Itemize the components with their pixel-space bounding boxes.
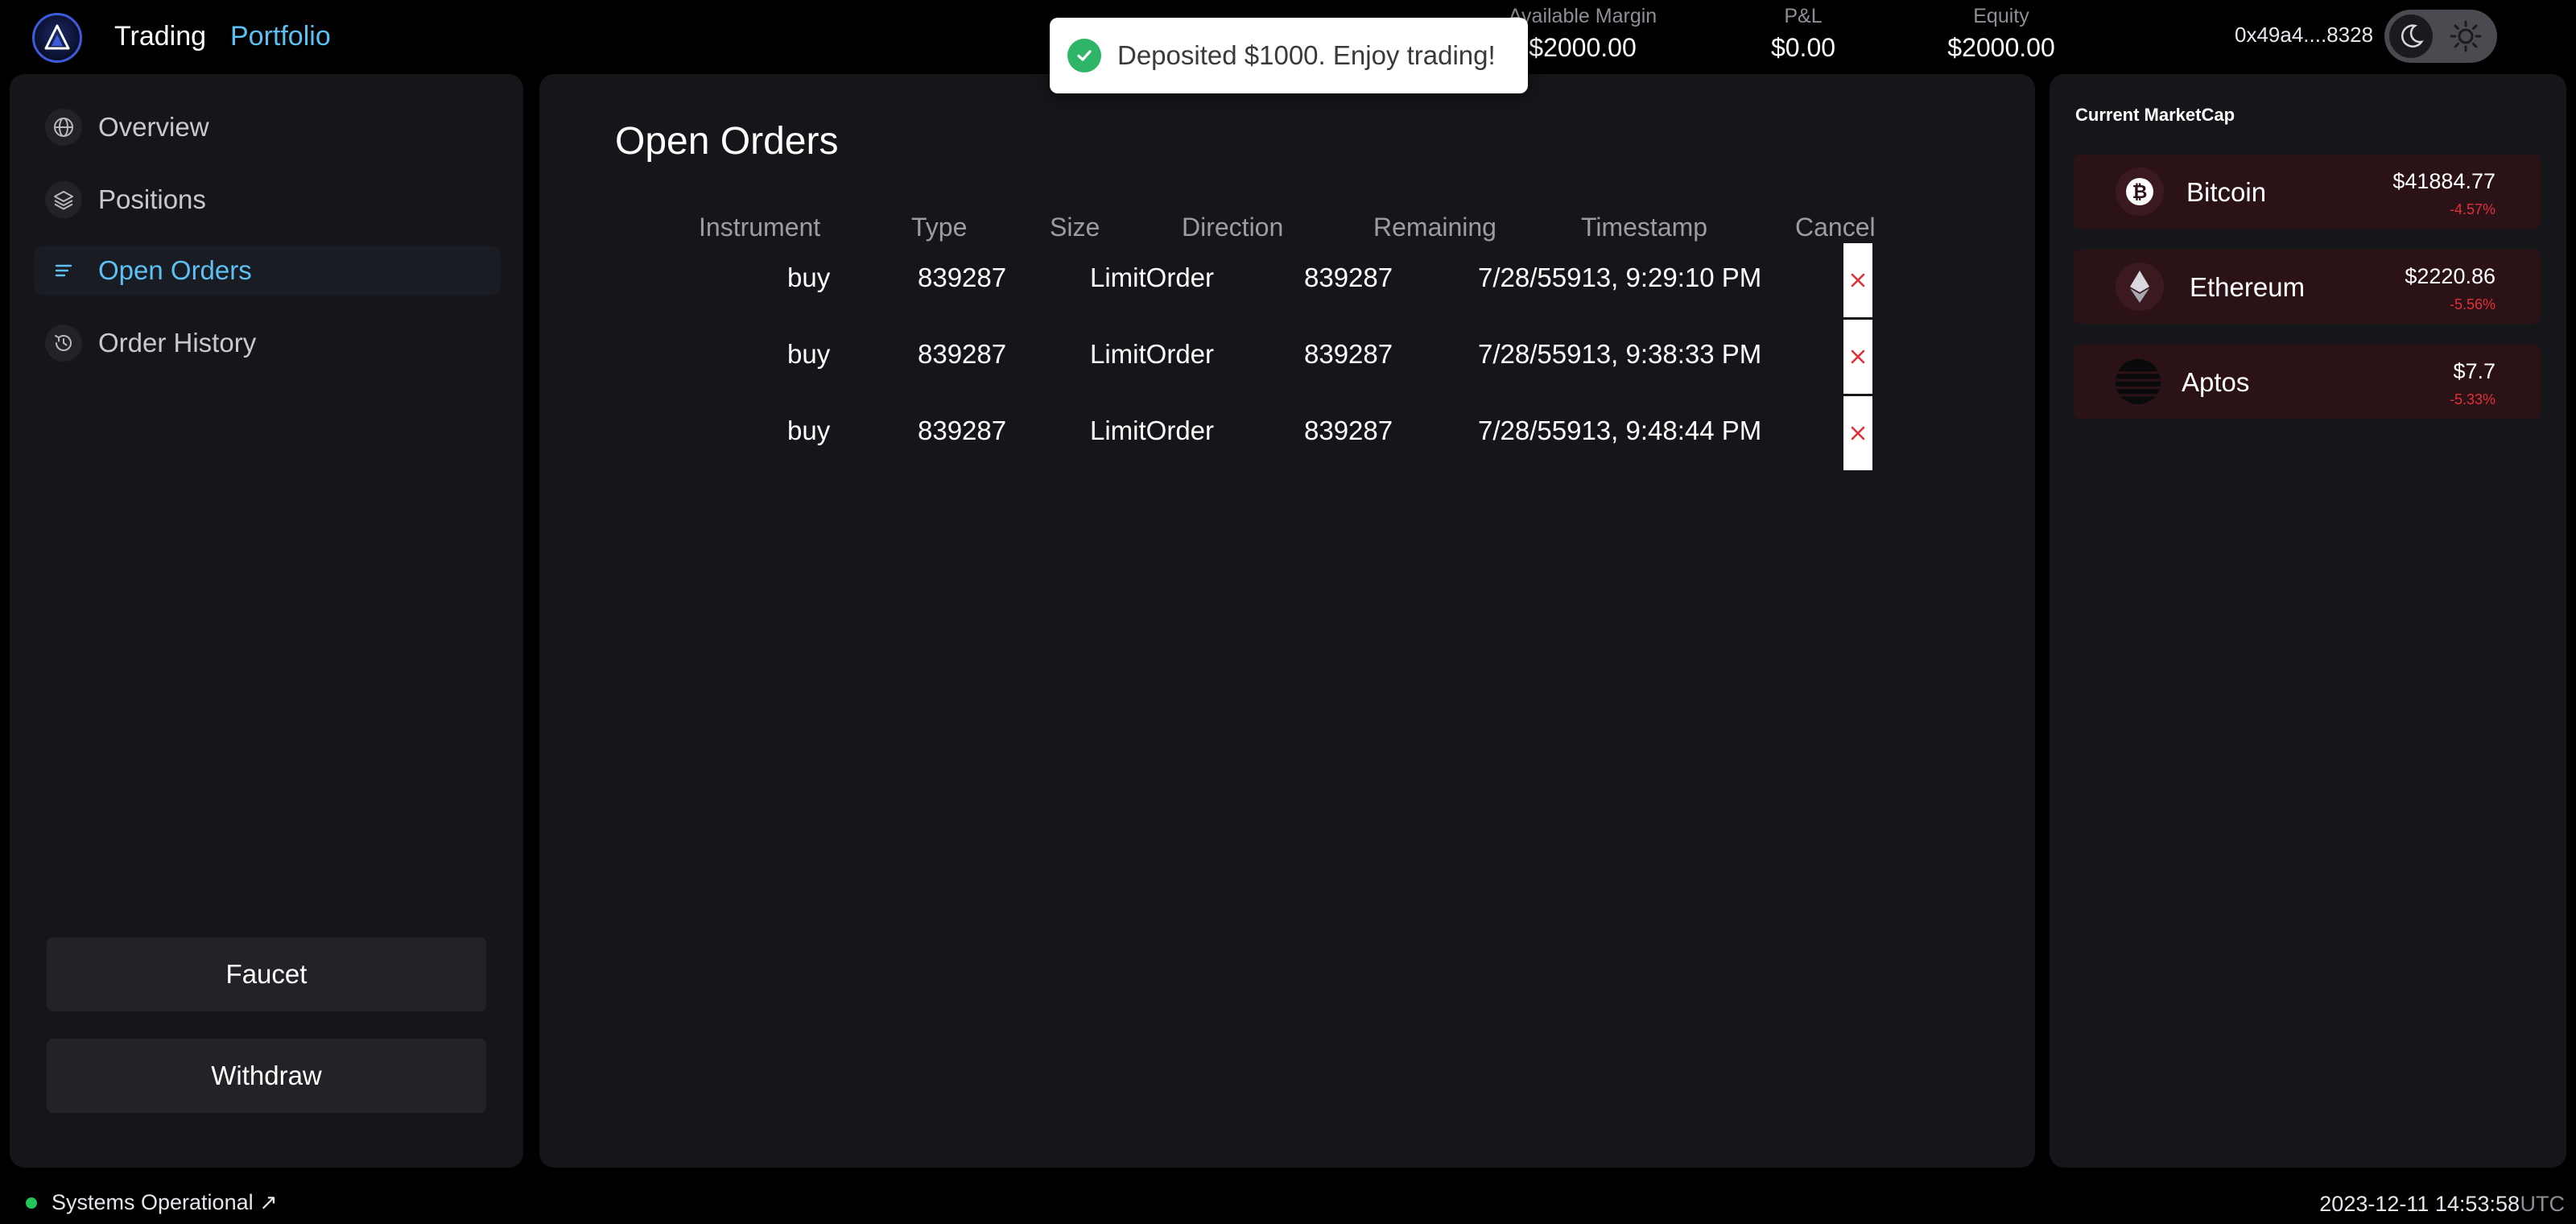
sidebar: Overview Positions Open Orders Order His… <box>10 74 523 1168</box>
cell-timestamp: 7/28/55913, 9:29:10 PM <box>1478 263 1762 292</box>
sidebar-item-label: Overview <box>98 112 209 142</box>
cell-type: 839287 <box>918 416 1007 445</box>
cell-size: LimitOrder <box>1090 263 1215 292</box>
cell-timestamp: 7/28/55913, 9:38:33 PM <box>1478 339 1762 369</box>
toast-message: Deposited $1000. Enjoy trading! <box>1117 40 1496 70</box>
cell-size: LimitOrder <box>1090 339 1215 369</box>
column-header-type: Type <box>911 213 968 242</box>
cell-type: 839287 <box>918 339 1007 369</box>
check-circle-icon <box>1067 39 1101 72</box>
aptos-icon <box>2114 358 2162 406</box>
column-header-remaining: Remaining <box>1373 213 1496 242</box>
column-header-timestamp: Timestamp <box>1581 213 1708 242</box>
sidebar-item-order-history[interactable]: Order History <box>34 318 501 368</box>
column-header-instrument: Instrument <box>699 213 821 242</box>
sidebar-item-overview[interactable]: Overview <box>34 102 501 152</box>
coin-card-ethereum[interactable]: Ethereum $2220.86 -5.56% <box>2074 250 2541 324</box>
table-row: buy 839287 LimitOrder 839287 7/28/55913,… <box>539 320 2035 395</box>
sidebar-item-label: Open Orders <box>98 255 252 285</box>
cell-direction: 839287 <box>1304 263 1393 292</box>
coin-change: -5.33% <box>2449 391 2496 407</box>
cell-type: 839287 <box>918 263 1007 292</box>
faucet-button[interactable]: Faucet <box>47 937 486 1011</box>
moon-icon <box>2389 14 2433 58</box>
app-logo-icon[interactable] <box>32 13 82 63</box>
success-toast: Deposited $1000. Enjoy trading! <box>1050 18 1528 93</box>
coin-name: Ethereum <box>2190 272 2306 302</box>
globe-icon <box>45 109 82 146</box>
page-title: Open Orders <box>615 120 839 163</box>
sidebar-item-positions[interactable]: Positions <box>34 175 501 225</box>
theme-toggle[interactable] <box>2384 10 2497 63</box>
column-header-cancel: Cancel <box>1795 213 1876 242</box>
wallet-address[interactable]: 0x49a4....8328 <box>2235 23 2373 48</box>
equity-stat: Equity $2000.00 <box>1929 5 2074 63</box>
coin-change: -5.56% <box>2449 296 2496 312</box>
list-icon <box>45 252 82 289</box>
cell-direction: 839287 <box>1304 416 1393 445</box>
cell-timestamp: 7/28/55913, 9:48:44 PM <box>1478 416 1762 445</box>
footer-clock: 2023-12-11 14:53:58 <box>2319 1192 2520 1216</box>
svg-text:₿: ₿ <box>2132 182 2148 203</box>
history-icon <box>45 325 82 362</box>
coin-card-aptos[interactable]: Aptos $7.7 -5.33% <box>2074 345 2541 419</box>
equity-label: Equity <box>1973 5 2029 27</box>
coin-change: -4.57% <box>2449 201 2496 217</box>
pnl-value: $0.00 <box>1770 33 1836 62</box>
sidebar-item-label: Order History <box>98 328 257 358</box>
pnl-label: P&L <box>1784 5 1823 27</box>
cancel-order-button[interactable] <box>1843 396 1872 470</box>
withdraw-button[interactable]: Withdraw <box>47 1039 486 1113</box>
cell-instrument: buy <box>787 416 831 445</box>
layers-icon <box>45 181 82 218</box>
coin-card-bitcoin[interactable]: ₿ Bitcoin $41884.77 -4.57% <box>2074 155 2541 229</box>
sidebar-item-label: Positions <box>98 184 206 214</box>
system-status[interactable]: Systems Operational ↗ <box>26 1190 278 1215</box>
cell-size: LimitOrder <box>1090 416 1215 445</box>
marketcap-title: Current MarketCap <box>2075 105 2235 125</box>
pnl-stat: P&L $0.00 <box>1755 5 1852 63</box>
close-icon <box>1851 426 1865 440</box>
bitcoin-icon: ₿ <box>2116 167 2164 216</box>
cancel-order-button[interactable] <box>1843 320 1872 394</box>
status-dot-icon <box>26 1197 37 1209</box>
close-icon <box>1851 349 1865 364</box>
ethereum-icon <box>2116 263 2164 311</box>
coin-price: $7.7 <box>2453 359 2496 383</box>
cell-direction: 839287 <box>1304 339 1393 369</box>
cell-instrument: buy <box>787 263 831 292</box>
nav-trading[interactable]: Trading <box>114 21 206 52</box>
cancel-order-button[interactable] <box>1843 243 1872 317</box>
column-header-size: Size <box>1050 213 1100 242</box>
status-text: Systems Operational ↗ <box>52 1190 278 1214</box>
nav-portfolio[interactable]: Portfolio <box>230 21 331 52</box>
equity-value: $2000.00 <box>1947 33 2055 62</box>
cell-instrument: buy <box>787 339 831 369</box>
table-row: buy 839287 LimitOrder 839287 7/28/55913,… <box>539 396 2035 472</box>
column-header-direction: Direction <box>1182 213 1284 242</box>
marketcap-panel: Current MarketCap ₿ Bitcoin $41884.77 -4… <box>2050 74 2566 1168</box>
sun-icon <box>2449 19 2483 57</box>
close-icon <box>1851 273 1865 287</box>
coin-price: $2220.86 <box>2405 264 2496 288</box>
sidebar-item-open-orders[interactable]: Open Orders <box>34 246 501 296</box>
table-row: buy 839287 LimitOrder 839287 7/28/55913,… <box>539 243 2035 319</box>
coin-price: $41884.77 <box>2392 169 2496 193</box>
open-orders-panel: Open Orders Instrument Type Size Directi… <box>539 74 2035 1168</box>
coin-name: Bitcoin <box>2186 177 2267 207</box>
app-root: Trading Portfolio Available Margin $2000… <box>0 0 2576 1224</box>
coin-name: Aptos <box>2182 367 2250 397</box>
footer-timezone: UTC <box>2520 1192 2566 1216</box>
